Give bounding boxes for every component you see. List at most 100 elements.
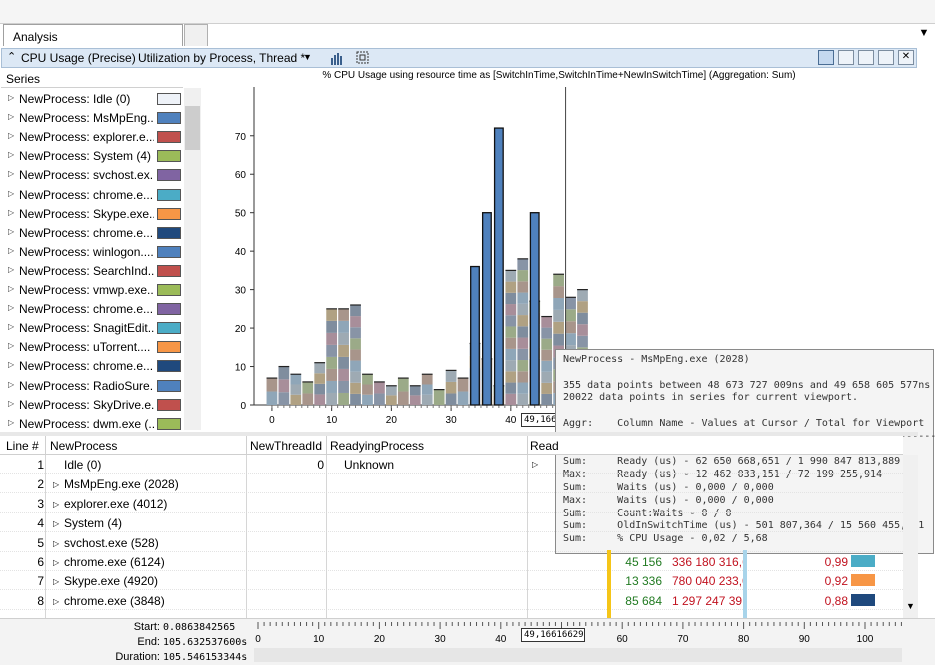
table-row[interactable]: 5 ▷ svchost.exe (528) [0,533,903,552]
series-color-swatch[interactable] [157,379,181,392]
series-item[interactable]: ▷ NewProcess: chrome.e... [1,300,183,319]
series-color-swatch[interactable] [157,417,181,430]
table-row[interactable]: 1 Idle (0) 0 Unknown ▷ [0,455,903,474]
series-item[interactable]: ▷ NewProcess: explorer.e... [1,128,183,147]
expand-icon[interactable]: ▷ [53,480,59,489]
expand-icon[interactable]: ▷ [8,208,14,217]
stacked-bar-segment [517,281,529,293]
series-color-swatch[interactable] [157,303,181,316]
series-item[interactable]: ▷ NewProcess: chrome.e... [1,224,183,243]
series-item[interactable]: ▷ NewProcess: winlogon.... [1,243,183,262]
chart-type-icon[interactable] [330,51,344,65]
expand-icon[interactable]: ▷ [53,558,59,567]
series-item[interactable]: ▷ NewProcess: chrome.e... [1,357,183,376]
series-color-swatch[interactable] [157,226,181,239]
line-number: 3 [37,496,44,511]
expand-icon[interactable]: ▷ [8,189,14,198]
series-color-swatch[interactable] [157,188,181,201]
expand-icon[interactable]: ▷ [53,597,59,606]
view-dropdown-icon[interactable]: ▼ [303,52,312,62]
series-color-swatch[interactable] [157,207,181,220]
series-item[interactable]: ▷ NewProcess: MsMpEng... [1,109,183,128]
tab-new[interactable] [184,24,208,46]
table-row[interactable]: 8 ▷ chrome.exe (3848) 85 684 1 297 247 391,1… [0,591,903,610]
series-color-swatch[interactable] [157,264,181,277]
expand-icon[interactable]: ▷ [53,519,59,528]
expand-icon[interactable]: ▷ [8,112,14,121]
expand-icon[interactable]: ▷ [532,460,538,469]
expand-icon[interactable]: ▷ [53,500,59,509]
table-row[interactable]: 6 ▷ chrome.exe (6124) 45 156 336 180 316,6 0,… [0,552,903,571]
expand-icon[interactable]: ▷ [53,539,59,548]
table-scrollbar[interactable] [903,455,918,618]
stacked-bar-segment [553,333,564,346]
series-item[interactable]: ▷ NewProcess: svchost.ex... [1,166,183,185]
expand-icon[interactable]: ▷ [8,380,14,389]
expand-icon[interactable]: ▷ [8,227,14,236]
table-row[interactable]: 3 ▷ explorer.exe (4012) [0,494,903,513]
layout-table-button[interactable] [838,50,854,65]
stacked-bar-segment [577,324,588,336]
expand-icon[interactable]: ▷ [8,284,14,293]
series-item[interactable]: ▷ NewProcess: RadioSure... [1,377,183,396]
stacked-bar-segment [350,316,361,328]
maximize-button[interactable] [878,50,894,65]
series-color-swatch[interactable] [157,341,181,354]
expand-icon[interactable]: ▷ [8,322,14,331]
close-icon[interactable]: ✕ [898,50,914,65]
series-color-swatch[interactable] [157,169,181,182]
column-header-thread-id[interactable]: NewThreadId [250,439,322,453]
table-row[interactable]: 4 ▷ System (4) [0,513,903,533]
series-item[interactable]: ▷ NewProcess: Idle (0) [1,90,183,109]
series-item[interactable]: ▷ NewProcess: dwm.exe (... [1,415,183,434]
layout-both-button[interactable] [818,50,834,65]
series-item[interactable]: ▷ NewProcess: Skype.exe... [1,205,183,224]
series-scroll-thumb[interactable] [185,106,200,150]
expand-icon[interactable]: ▷ [8,265,14,274]
expand-icon[interactable]: ▷ [8,399,14,408]
series-item[interactable]: ▷ NewProcess: SnagitEdit... [1,319,183,338]
y-tick-label: 60 [235,170,247,181]
series-color-swatch[interactable] [157,245,181,258]
series-color-swatch[interactable] [157,398,181,411]
scroll-down-icon[interactable]: ▼ [903,601,918,616]
expand-icon[interactable]: ▷ [8,93,14,102]
expand-icon[interactable]: ▷ [8,150,14,159]
series-item[interactable]: ▷ NewProcess: chrome.e... [1,186,183,205]
expand-icon[interactable]: ▷ [8,303,14,312]
stacked-bar-segment [374,381,385,394]
series-color-swatch[interactable] [157,284,181,296]
series-color-swatch[interactable] [157,322,181,335]
column-header-readying-process[interactable]: ReadyingProcess [330,439,424,453]
settings-grid-icon[interactable] [356,51,369,64]
series-item[interactable]: ▷ NewProcess: SkyDrive.e... [1,396,183,415]
expand-icon[interactable]: ▷ [8,131,14,140]
column-header-readying-more[interactable]: Read [530,439,559,453]
series-item[interactable]: ▷ NewProcess: System (4) [1,147,183,166]
tab-analysis[interactable]: Analysis [3,24,183,46]
series-color-swatch[interactable] [157,360,181,373]
table-row[interactable]: 7 ▷ Skype.exe (4920) 13 336 780 040 233,0 0,9… [0,571,903,591]
expand-icon[interactable]: ▷ [8,360,14,369]
series-color-swatch[interactable] [157,93,181,105]
column-header-line[interactable]: Line # [6,439,39,453]
collapse-chevron-icon[interactable]: ⌃ [7,50,16,63]
column-header-process[interactable]: NewProcess [50,439,117,453]
stacked-bar-segment [553,321,564,334]
dropdown-arrow-icon[interactable]: ▼ [917,27,931,41]
expand-icon[interactable]: ▷ [8,418,14,427]
series-color-swatch[interactable] [157,150,181,163]
expand-icon[interactable]: ▷ [8,169,14,178]
layout-graph-button[interactable] [858,50,874,65]
expand-icon[interactable]: ▷ [8,341,14,350]
series-item[interactable]: ▷ NewProcess: SearchInd... [1,262,183,281]
series-item[interactable]: ▷ NewProcess: vmwp.exe... [1,281,183,300]
view-selector[interactable]: Utilization by Process, Thread * [138,51,305,65]
series-color-swatch[interactable] [157,112,181,125]
expand-icon[interactable]: ▷ [53,577,59,586]
table-row[interactable]: 2 ▷ MsMpEng.exe (2028) [0,474,903,494]
timeline-scrollbar[interactable] [254,648,902,662]
expand-icon[interactable]: ▷ [8,246,14,255]
series-color-swatch[interactable] [157,131,181,144]
series-item[interactable]: ▷ NewProcess: uTorrent.... [1,338,183,357]
